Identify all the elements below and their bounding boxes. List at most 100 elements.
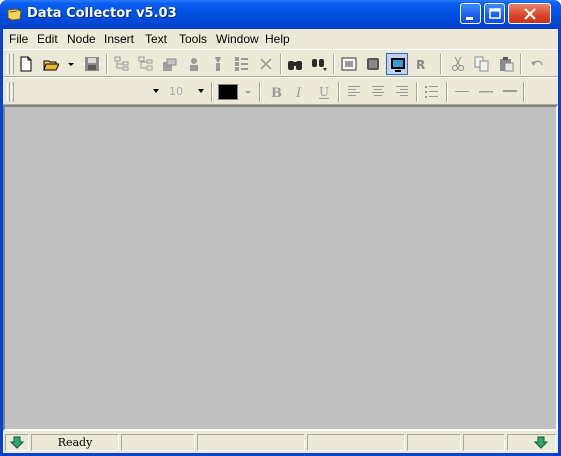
- toolbar-grip[interactable]: [11, 54, 14, 74]
- node-edit-icon: [190, 58, 198, 71]
- menu-text[interactable]: Text: [145, 32, 167, 46]
- status-pane: [463, 434, 505, 451]
- menu-edit[interactable]: Edit: [37, 32, 58, 46]
- font-size-combo[interactable]: 10: [165, 82, 207, 101]
- maximize-button[interactable]: [484, 3, 505, 24]
- close-icon: [524, 8, 536, 20]
- paste-icon: [500, 57, 514, 72]
- status-right-arrow-pane[interactable]: [507, 434, 556, 451]
- title-bar[interactable]: Data Collector v5.03: [0, 0, 561, 29]
- menu-tools[interactable]: Tools: [179, 32, 207, 46]
- find-next-button[interactable]: [308, 53, 330, 75]
- cut-icon: [452, 56, 464, 71]
- node-tree-alt-icon: [138, 56, 153, 71]
- app-window: Data Collector v5.03 File Edit Node Inse…: [0, 0, 561, 456]
- align-left-button[interactable]: [343, 81, 365, 103]
- text-color-swatch[interactable]: [218, 84, 238, 100]
- undo-button[interactable]: [526, 53, 548, 75]
- new-icon: [20, 56, 32, 72]
- align-center-button[interactable]: [367, 81, 389, 103]
- open-dropdown-arrow[interactable]: [66, 53, 76, 75]
- node-insert-button[interactable]: [207, 53, 229, 75]
- delete-button[interactable]: [255, 53, 277, 75]
- node-add-button[interactable]: [159, 53, 181, 75]
- monitor-button[interactable]: [386, 53, 408, 75]
- view-button[interactable]: [338, 53, 360, 75]
- undo-icon: [531, 60, 543, 66]
- chevron-down-icon[interactable]: [153, 89, 159, 93]
- window-title: Data Collector v5.03: [27, 6, 177, 21]
- menu-node[interactable]: Node: [67, 32, 96, 46]
- align-center-icon: [372, 86, 384, 96]
- menu-help[interactable]: Help: [265, 32, 290, 46]
- toolbar-grip[interactable]: [11, 82, 14, 102]
- font-name-combo[interactable]: [16, 82, 162, 101]
- toolbar-separator: [211, 82, 213, 102]
- menu-bar: File Edit Node Insert Text Tools Window …: [3, 29, 558, 49]
- status-pane: [197, 434, 305, 451]
- view-icon: [341, 57, 357, 71]
- maximize-icon: [489, 8, 501, 19]
- font-size-value: 10: [169, 85, 183, 98]
- align-left-icon: [348, 86, 360, 96]
- menu-insert[interactable]: Insert: [104, 32, 134, 46]
- italic-icon: I: [295, 86, 302, 100]
- toolbar-separator: [416, 82, 418, 102]
- line-thick-button[interactable]: [499, 81, 521, 103]
- svg-text:U: U: [319, 85, 329, 99]
- save-icon: [85, 57, 99, 71]
- chevron-down-icon: [68, 63, 74, 66]
- node-list-button[interactable]: [231, 53, 253, 75]
- status-pane: [121, 434, 195, 451]
- copy-button[interactable]: [471, 53, 493, 75]
- cut-button[interactable]: [447, 53, 469, 75]
- arrow-down-icon: [533, 436, 549, 449]
- node-edit-button[interactable]: [183, 53, 205, 75]
- toolbar-separator: [446, 82, 448, 102]
- underline-icon: U: [319, 85, 329, 99]
- close-button[interactable]: [508, 3, 551, 24]
- paste-button[interactable]: [495, 53, 517, 75]
- status-left-arrow-pane[interactable]: [5, 434, 29, 451]
- svg-text:B: B: [271, 86, 282, 100]
- toolbar-separator: [338, 82, 340, 102]
- line-thick-icon: [503, 90, 517, 92]
- find-button[interactable]: [284, 53, 306, 75]
- minimize-button[interactable]: [460, 3, 481, 24]
- text-color-dropdown[interactable]: [243, 81, 253, 103]
- toolbar-grip[interactable]: [7, 54, 10, 74]
- bullet-list-button[interactable]: [421, 81, 443, 103]
- svg-text:R: R: [416, 58, 425, 72]
- workspace-area[interactable]: [3, 105, 558, 431]
- bold-button[interactable]: B: [265, 81, 287, 103]
- status-bar: Ready: [3, 431, 558, 453]
- node-tree-alt-button[interactable]: [135, 53, 157, 75]
- node-tree-button[interactable]: [111, 53, 133, 75]
- r-icon: R: [416, 58, 425, 72]
- line-medium-icon: [479, 91, 493, 93]
- underline-button[interactable]: U: [313, 81, 335, 103]
- new-button[interactable]: [15, 53, 37, 75]
- status-ready-pane: Ready: [31, 434, 119, 451]
- bullet-list-icon: [425, 86, 438, 98]
- window-frame: File Edit Node Insert Text Tools Window …: [3, 29, 558, 453]
- delete-icon: [260, 58, 272, 70]
- monitor-icon: [391, 58, 405, 72]
- menu-window[interactable]: Window: [216, 32, 259, 46]
- chevron-down-icon[interactable]: [198, 89, 204, 93]
- format-toolbar: 10 B I U: [3, 77, 558, 105]
- line-thin-button[interactable]: [451, 81, 473, 103]
- line-medium-button[interactable]: [475, 81, 497, 103]
- toolbar-separator: [280, 54, 282, 74]
- toolbar-grip[interactable]: [7, 82, 10, 102]
- save-button[interactable]: [81, 53, 103, 75]
- open-button[interactable]: [40, 53, 62, 75]
- form-icon: [367, 58, 379, 70]
- status-ready-text: Ready: [57, 436, 93, 449]
- form-button[interactable]: [362, 53, 384, 75]
- r-button[interactable]: R: [410, 53, 432, 75]
- italic-button[interactable]: I: [289, 81, 311, 103]
- svg-text:I: I: [295, 86, 302, 100]
- menu-file[interactable]: File: [9, 32, 28, 46]
- align-right-button[interactable]: [391, 81, 413, 103]
